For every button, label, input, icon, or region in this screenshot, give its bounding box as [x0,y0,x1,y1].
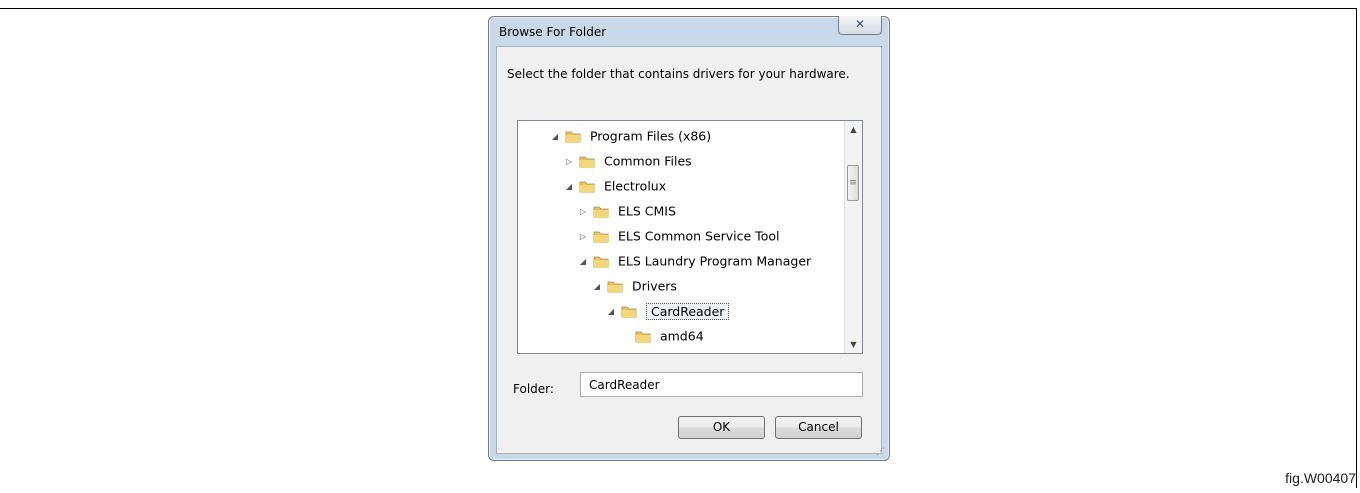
tree-item-common-files[interactable]: ▷ Common Files [563,150,692,172]
expanded-arrow-icon[interactable]: ◢ [549,126,561,148]
folder-tree[interactable]: ◢ Program Files (x86) ▷ Common Files ◢ E… [517,120,863,354]
close-icon: ✕ [854,17,866,31]
scroll-up-icon[interactable]: ▲ [845,121,862,138]
tree-item-drivers[interactable]: ◢ Drivers [591,275,677,297]
tree-item-partial [619,347,656,355]
tree-item-els-laundry-program-manager[interactable]: ◢ ELS Laundry Program Manager [577,250,811,272]
instruction-text: Select the folder that contains drivers … [507,67,850,81]
folder-icon [593,206,609,217]
folder-icon [635,351,651,355]
folder-icon [607,281,623,292]
ok-button[interactable]: OK [678,416,765,439]
title-bar[interactable]: Browse For Folder ✕ [489,16,889,46]
expanded-arrow-icon[interactable]: ◢ [605,301,617,323]
expanded-arrow-icon[interactable]: ◢ [563,176,575,198]
expanded-arrow-icon[interactable]: ◢ [577,251,589,273]
folder-icon [579,156,595,167]
figure-label: fig.W00407 [1285,470,1356,486]
folder-field-label: Folder: [513,382,554,396]
browse-folder-dialog: Browse For Folder ✕ Select the folder th… [488,16,890,461]
scrollbar-thumb[interactable]: ≡ [847,165,859,201]
collapsed-arrow-icon[interactable]: ▷ [577,226,589,248]
tree-item-electrolux[interactable]: ◢ Electrolux [563,175,666,197]
folder-icon [593,256,609,267]
scroll-down-icon[interactable]: ▼ [845,336,862,353]
tree-item-els-cmis[interactable]: ▷ ELS CMIS [577,200,676,222]
expanded-arrow-icon[interactable]: ◢ [591,276,603,298]
tree-scrollbar[interactable]: ▲ ≡ ▼ [844,121,862,353]
tree-item-els-common-service-tool[interactable]: ▷ ELS Common Service Tool [577,225,780,248]
tree-item-program-files-x86[interactable]: ◢ Program Files (x86) [549,125,711,147]
tree-item-amd64[interactable]: amd64 [619,325,704,347]
folder-icon [579,181,595,192]
folder-icon [565,131,581,142]
folder-icon [621,306,637,317]
close-button[interactable]: ✕ [838,16,882,35]
folder-input[interactable] [580,372,863,397]
resize-grip-icon[interactable]: ⋰ [876,447,886,457]
folder-icon [635,331,651,342]
collapsed-arrow-icon[interactable]: ▷ [563,151,575,173]
collapsed-arrow-icon[interactable]: ▷ [577,201,589,223]
tree-item-cardreader[interactable]: ◢ CardReader [605,300,730,323]
dialog-title: Browse For Folder [499,25,607,39]
cancel-button[interactable]: Cancel [775,416,862,439]
folder-icon [593,231,609,242]
